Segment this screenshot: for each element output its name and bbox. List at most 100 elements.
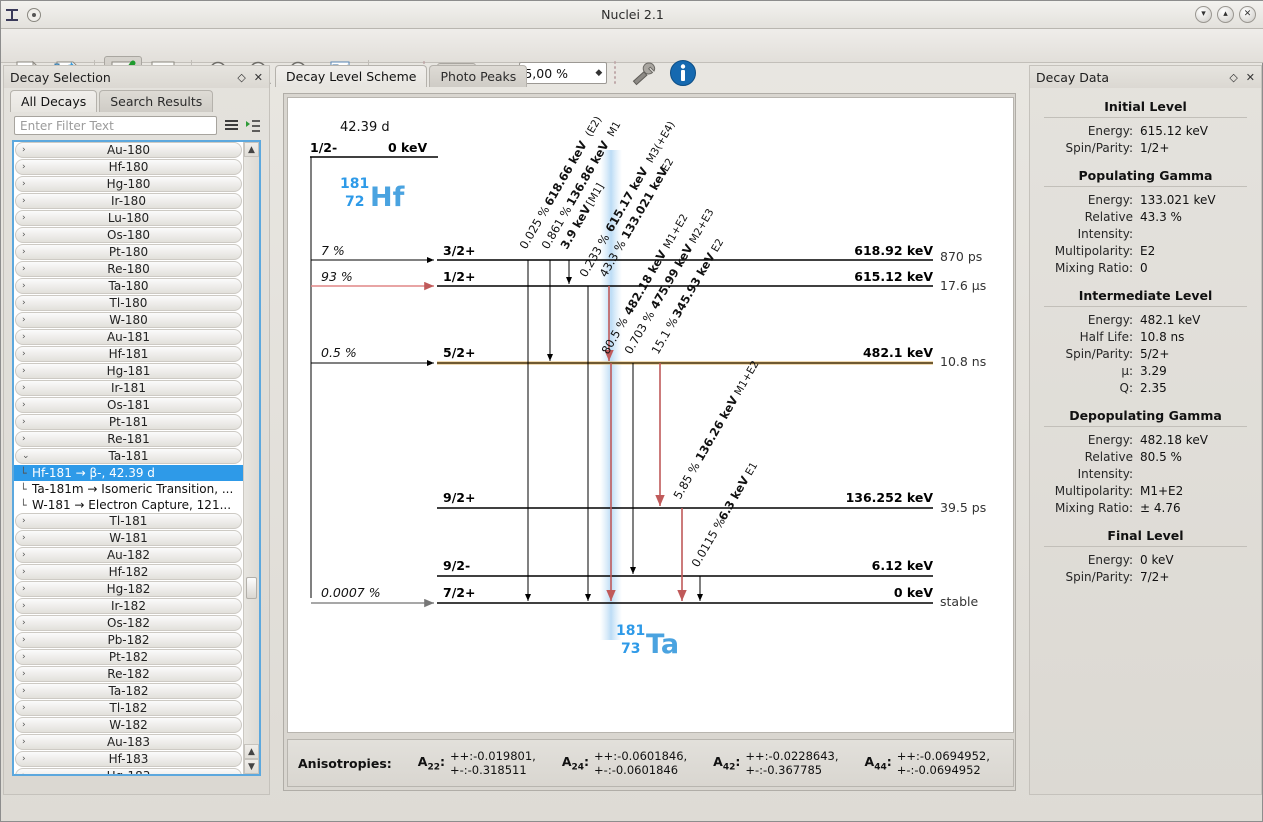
chevron-right-icon[interactable]: › xyxy=(22,635,26,645)
nuclide-row[interactable]: › Pb-182 xyxy=(15,632,242,648)
chevron-right-icon[interactable]: › xyxy=(22,434,26,444)
decay-list[interactable]: › Au-180 › Hf-180 › Hg-180 › Ir-180 › Lu-180 › Os-1… xyxy=(12,140,261,776)
tree-branch-icon: └ xyxy=(20,498,27,512)
chevron-right-icon[interactable]: › xyxy=(22,162,26,172)
chevron-right-icon[interactable]: › xyxy=(22,145,26,155)
nuclide-row[interactable]: › Pt-180 xyxy=(15,244,242,260)
nuclide-row[interactable]: › Tl-182 xyxy=(15,700,242,716)
decay-data-row: Spin/Parity: 1/2+ xyxy=(1030,140,1261,157)
chevron-right-icon[interactable]: › xyxy=(22,516,26,526)
nuclide-row[interactable]: › Lu-180 xyxy=(15,210,242,226)
nuclide-row[interactable]: › Hf-183 xyxy=(15,751,242,767)
nuclide-row[interactable]: ›Hg-183 xyxy=(15,768,242,774)
nuclide-row[interactable]: › W-180 xyxy=(15,312,242,328)
nuclide-row[interactable]: ⌄ Ta-181 xyxy=(15,448,242,464)
chevron-right-icon[interactable]: › xyxy=(22,737,26,747)
nuclide-row[interactable]: › Ir-182 xyxy=(15,598,242,614)
tab-photo-peaks[interactable]: Photo Peaks xyxy=(429,65,528,87)
scroll-down-button-upper[interactable]: ▲ xyxy=(244,744,259,759)
minimize-button[interactable]: ▾ xyxy=(1195,6,1212,23)
chevron-right-icon[interactable]: › xyxy=(22,264,26,274)
nuclide-row[interactable]: › Au-183 xyxy=(15,734,242,750)
chevron-right-icon[interactable]: › xyxy=(22,400,26,410)
collapse-all-icon[interactable] xyxy=(223,118,239,134)
nuclide-row[interactable]: › Ta-182 xyxy=(15,683,242,699)
decay-list-item[interactable]: └ Hf-181 → β-, 42.39 d xyxy=(14,465,243,481)
nuclide-row[interactable]: › Pt-182 xyxy=(15,649,242,665)
chevron-right-icon[interactable]: › xyxy=(22,584,26,594)
nuclide-row[interactable]: › Ir-180 xyxy=(15,193,242,209)
nuclide-row[interactable]: › Hf-180 xyxy=(15,159,242,175)
nuclide-row[interactable]: › Os-182 xyxy=(15,615,242,631)
nuclide-row[interactable]: › W-181 xyxy=(15,530,242,546)
nuclide-row[interactable]: › Hg-181 xyxy=(15,363,242,379)
nuclide-row[interactable]: › Os-181 xyxy=(15,397,242,413)
chevron-right-icon[interactable]: › xyxy=(22,550,26,560)
expand-all-icon[interactable] xyxy=(245,118,261,134)
chevron-right-icon[interactable]: › xyxy=(22,703,26,713)
chevron-right-icon[interactable]: › xyxy=(22,281,26,291)
nuclide-row[interactable]: › Au-182 xyxy=(15,547,242,563)
float-icon[interactable]: ◇ xyxy=(237,71,245,84)
tree-branch-icon: └ xyxy=(20,466,27,480)
nuclide-row[interactable]: › Pt-181 xyxy=(15,414,242,430)
float-icon[interactable]: ◇ xyxy=(1229,71,1237,84)
nuclide-row[interactable]: › Re-181 xyxy=(15,431,242,447)
nuclide-row[interactable]: › Hf-181 xyxy=(15,346,242,362)
chevron-right-icon[interactable]: › xyxy=(22,332,26,342)
chevron-right-icon[interactable]: › xyxy=(22,771,26,774)
tab-all-decays[interactable]: All Decays xyxy=(10,90,98,112)
decay-data-label: Multipolarity: xyxy=(1054,484,1133,498)
chevron-right-icon[interactable]: › xyxy=(22,686,26,696)
maximize-button[interactable]: ▴ xyxy=(1217,6,1234,23)
nuclide-row[interactable]: › Au-181 xyxy=(15,329,242,345)
close-icon[interactable]: ✕ xyxy=(254,71,263,84)
chevron-right-icon[interactable]: › xyxy=(22,213,26,223)
decay-data-row: Energy: 0 keV xyxy=(1030,552,1261,569)
chevron-down-icon[interactable]: ⌄ xyxy=(22,451,30,461)
nuclide-row[interactable]: › Hf-182 xyxy=(15,564,242,580)
decay-list-item[interactable]: └ Ta-181m → Isomeric Transition, ... xyxy=(14,481,243,497)
tab-search-results[interactable]: Search Results xyxy=(99,90,214,112)
nuclide-row[interactable]: › Ir-181 xyxy=(15,380,242,396)
decay-list-item[interactable]: └ W-181 → Electron Capture, 121... xyxy=(14,497,243,513)
chevron-right-icon[interactable]: › xyxy=(22,247,26,257)
nuclide-row[interactable]: › Tl-180 xyxy=(15,295,242,311)
filter-input[interactable]: Enter Filter Text xyxy=(14,116,217,135)
scroll-up-button[interactable]: ▲ xyxy=(244,142,259,157)
chevron-right-icon[interactable]: › xyxy=(22,754,26,764)
close-button[interactable]: ✕ xyxy=(1239,6,1256,23)
chevron-right-icon[interactable]: › xyxy=(22,315,26,325)
nuclide-row[interactable]: › Hg-182 xyxy=(15,581,242,597)
chevron-right-icon[interactable]: › xyxy=(22,366,26,376)
chevron-right-icon[interactable]: › xyxy=(22,601,26,611)
chevron-right-icon[interactable]: › xyxy=(22,179,26,189)
nuclide-row[interactable]: › Tl-181 xyxy=(15,513,242,529)
chevron-right-icon[interactable]: › xyxy=(22,230,26,240)
chevron-right-icon[interactable]: › xyxy=(22,720,26,730)
nuclide-row[interactable]: › Os-180 xyxy=(15,227,242,243)
scroll-thumb[interactable] xyxy=(246,577,257,599)
decay-list-scrollbar[interactable]: ▲ ▲ ▼ xyxy=(243,142,259,774)
nuclide-row[interactable]: › Hg-180 xyxy=(15,176,242,192)
chevron-right-icon[interactable]: › xyxy=(22,618,26,628)
chevron-right-icon[interactable]: › xyxy=(22,349,26,359)
chevron-right-icon[interactable]: › xyxy=(22,417,26,427)
decay-data-label: Energy: xyxy=(1087,124,1133,138)
chevron-right-icon[interactable]: › xyxy=(22,298,26,308)
close-icon[interactable]: ✕ xyxy=(1246,71,1255,84)
nuclide-row[interactable]: › Re-180 xyxy=(15,261,242,277)
chevron-right-icon[interactable]: › xyxy=(22,383,26,393)
chevron-right-icon[interactable]: › xyxy=(22,652,26,662)
chevron-right-icon[interactable]: › xyxy=(22,196,26,206)
nuclide-row[interactable]: › Re-182 xyxy=(15,666,242,682)
nuclide-row[interactable]: › Au-180 xyxy=(15,142,242,158)
nuclide-row[interactable]: › Ta-180 xyxy=(15,278,242,294)
chevron-right-icon[interactable]: › xyxy=(22,669,26,679)
nuclide-row[interactable]: › W-182 xyxy=(15,717,242,733)
chevron-right-icon[interactable]: › xyxy=(22,533,26,543)
decay-level-scheme-diagram[interactable]: 42.39 d 1/2- 0 keV 181 72 Hf 3/2+ 618.92… xyxy=(287,97,1014,733)
chevron-right-icon[interactable]: › xyxy=(22,567,26,577)
tab-decay-level-scheme[interactable]: Decay Level Scheme xyxy=(275,65,428,87)
scroll-down-button[interactable]: ▼ xyxy=(244,759,259,774)
